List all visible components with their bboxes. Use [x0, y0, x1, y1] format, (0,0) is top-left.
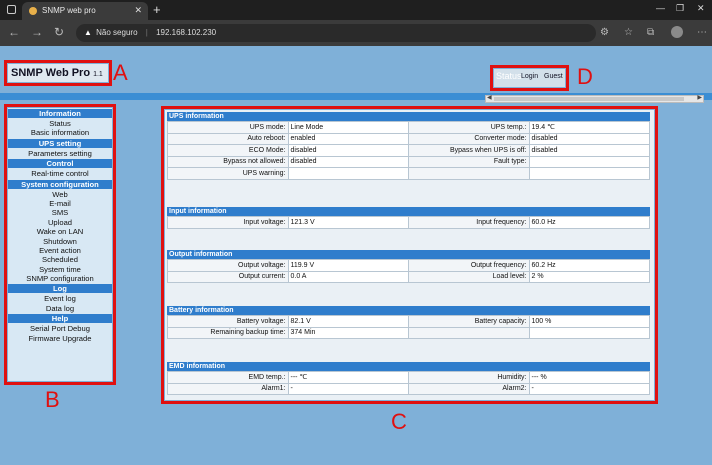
tab-actions-icon[interactable]: [7, 5, 16, 14]
url-text: 192.168.102.230: [156, 28, 217, 37]
site-settings-icon[interactable]: ⚙: [600, 27, 609, 38]
favicon-icon: [29, 7, 37, 15]
annotation-box-b: [4, 104, 116, 385]
annotation-box-c: [161, 106, 658, 404]
tab-title: SNMP web pro: [42, 6, 96, 15]
browser-tab-bar: SNMP web pro ✕ + — ❐ ✕: [0, 0, 712, 20]
horizontal-scrollbar[interactable]: ◀ ▶: [485, 95, 704, 103]
collections-icon[interactable]: ⧉: [647, 27, 654, 38]
profile-avatar[interactable]: [671, 26, 683, 38]
annotation-box-d: [490, 65, 569, 91]
back-icon[interactable]: ←: [8, 25, 20, 39]
annotation-letter-b: B: [45, 387, 60, 412]
scroll-left-icon[interactable]: ◀: [487, 94, 492, 101]
web-page: SNMP Web Pro 1.1 A Status Login Guest D ◀…: [0, 46, 712, 465]
minimize-icon[interactable]: —: [656, 3, 665, 13]
annotation-letter-a: A: [113, 60, 128, 85]
scroll-right-icon[interactable]: ▶: [697, 94, 702, 101]
forward-icon[interactable]: →: [31, 25, 43, 39]
browser-tab[interactable]: SNMP web pro ✕: [22, 2, 148, 20]
security-label: Não seguro: [96, 28, 138, 37]
warning-icon: ▲: [84, 28, 92, 37]
scroll-thumb[interactable]: [494, 97, 684, 101]
url-field[interactable]: ▲ Não seguro | 192.168.102.230: [76, 24, 596, 42]
tab-close-icon[interactable]: ✕: [134, 5, 142, 16]
annotation-letter-d: D: [577, 64, 593, 89]
window-close-icon[interactable]: ✕: [697, 3, 705, 14]
url-separator: |: [145, 28, 148, 37]
menu-icon[interactable]: ⋯: [697, 27, 707, 38]
annotation-letter-c: C: [391, 409, 407, 434]
maximize-icon[interactable]: ❐: [676, 3, 684, 14]
new-tab-icon[interactable]: +: [153, 2, 161, 17]
favorites-icon[interactable]: ☆: [624, 27, 633, 38]
address-bar: ← → ↻ ▲ Não seguro | 192.168.102.230 ⚙ ☆…: [0, 20, 712, 46]
annotation-box-a: [4, 60, 112, 86]
reload-icon[interactable]: ↻: [54, 25, 64, 39]
